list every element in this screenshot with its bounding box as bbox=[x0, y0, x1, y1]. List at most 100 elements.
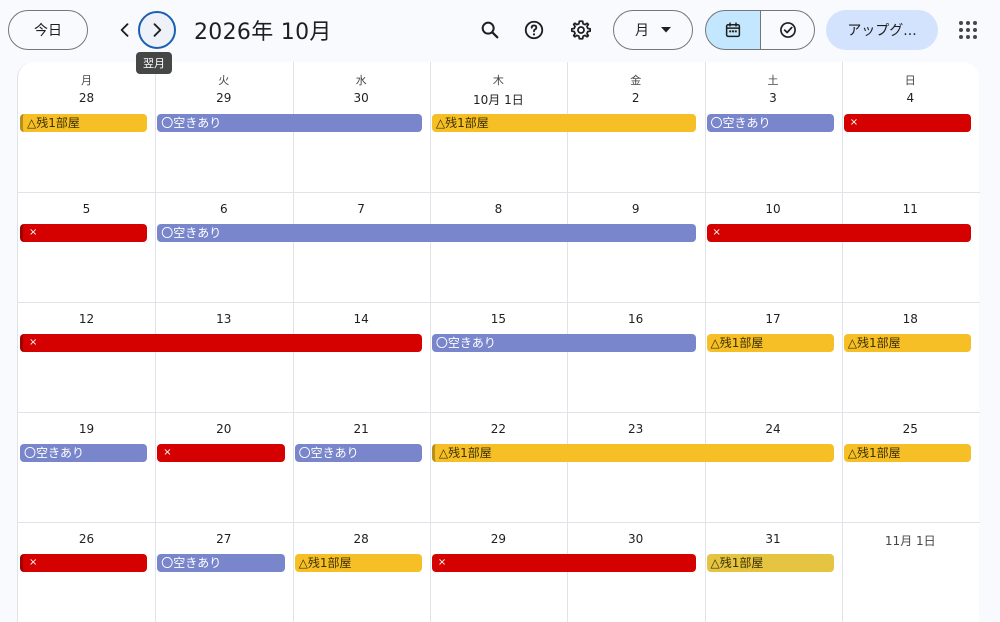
day-number[interactable]: 30 bbox=[293, 91, 430, 105]
calendar-event[interactable]: △残1部屋 bbox=[706, 334, 834, 352]
day-number[interactable]: 29 bbox=[430, 532, 567, 546]
weekday-header: 土 bbox=[767, 74, 779, 87]
calendar-event[interactable]: ×満室 bbox=[843, 114, 972, 132]
help-button[interactable] bbox=[516, 12, 552, 48]
apps-button[interactable] bbox=[950, 12, 986, 48]
gear-icon bbox=[570, 20, 592, 40]
cross-mark-icon: × bbox=[163, 447, 172, 458]
chevron-left-icon bbox=[120, 23, 129, 37]
day-number[interactable]: 14 bbox=[293, 312, 430, 326]
weekday-header: 日 bbox=[904, 74, 916, 87]
calendar-event[interactable]: 〇空きあり bbox=[706, 114, 834, 132]
day-number[interactable]: 30 bbox=[567, 532, 704, 546]
day-number[interactable]: 6 bbox=[155, 202, 292, 216]
day-number[interactable]: 10月 1日 bbox=[430, 91, 567, 108]
day-number[interactable]: 28 bbox=[18, 91, 155, 105]
calendar-event[interactable]: ×貸切満室 bbox=[20, 334, 422, 352]
chevron-right-icon bbox=[153, 23, 162, 37]
day-number[interactable]: 10 bbox=[705, 202, 842, 216]
calendar-event[interactable]: △残1部屋 bbox=[294, 554, 422, 572]
calendar-event[interactable]: 〇空きあり bbox=[431, 334, 697, 352]
cross-mark-icon: × bbox=[29, 337, 38, 348]
calendar-event[interactable]: ×満室 bbox=[20, 554, 148, 572]
settings-button[interactable] bbox=[563, 12, 599, 48]
calendar-view-toggle[interactable] bbox=[705, 10, 761, 50]
day-number[interactable]: 19 bbox=[18, 422, 155, 436]
day-number[interactable]: 11 bbox=[842, 202, 979, 216]
upgrade-button[interactable]: アップグ... bbox=[826, 10, 938, 50]
calendar-event[interactable]: ×貸切満室 bbox=[20, 224, 148, 242]
calendar-icon bbox=[725, 22, 741, 38]
previous-month-button[interactable] bbox=[108, 12, 142, 48]
calendar-event[interactable]: △残1部屋 bbox=[431, 444, 834, 462]
event-label: 〇空きあり bbox=[435, 336, 496, 350]
day-number[interactable]: 3 bbox=[705, 91, 842, 105]
weekday-header: 金 bbox=[630, 74, 642, 87]
calendar-event[interactable]: 〇空きあり bbox=[294, 444, 422, 462]
apps-grid-icon bbox=[959, 21, 977, 39]
cross-mark-icon: × bbox=[437, 557, 447, 568]
day-number[interactable]: 27 bbox=[155, 532, 292, 546]
view-selector[interactable]: 月 bbox=[613, 10, 693, 50]
search-button[interactable] bbox=[472, 12, 508, 48]
day-number[interactable]: 4 bbox=[842, 91, 979, 105]
calendar-event[interactable]: 〇空きあり bbox=[157, 554, 285, 572]
day-number[interactable]: 16 bbox=[567, 312, 704, 326]
search-icon bbox=[481, 21, 499, 39]
event-label: △残1部屋 bbox=[847, 336, 901, 350]
day-number[interactable]: 17 bbox=[705, 312, 842, 326]
day-number[interactable]: 8 bbox=[430, 202, 567, 216]
day-number[interactable]: 9 bbox=[567, 202, 704, 216]
calendar-event[interactable]: △残1部屋 bbox=[20, 114, 148, 132]
calendar-event[interactable]: 〇空きあり bbox=[157, 114, 422, 132]
day-number[interactable]: 11月 1日 bbox=[842, 532, 979, 549]
day-number[interactable]: 31 bbox=[705, 532, 842, 546]
day-number[interactable]: 7 bbox=[293, 202, 430, 216]
top-toolbar: 今日 翌月 2026年 10月 月 アップグ... bbox=[0, 0, 1000, 74]
calendar-event[interactable]: 〇空きあり bbox=[157, 224, 697, 242]
weekday-header: 月 bbox=[81, 74, 92, 87]
day-number[interactable]: 2 bbox=[567, 91, 704, 105]
event-label: △残1部屋 bbox=[435, 116, 489, 130]
day-number[interactable]: 13 bbox=[155, 312, 292, 326]
row-divider bbox=[18, 412, 980, 413]
calendar-event[interactable]: ×貸切満室 bbox=[157, 444, 285, 462]
calendar-event[interactable]: △残1部屋 bbox=[843, 334, 972, 352]
day-number[interactable]: 29 bbox=[155, 91, 292, 105]
row-divider bbox=[18, 522, 980, 523]
day-number[interactable]: 24 bbox=[705, 422, 842, 436]
next-month-button[interactable] bbox=[138, 11, 176, 49]
day-number[interactable]: 12 bbox=[18, 312, 155, 326]
help-icon bbox=[524, 20, 544, 40]
tasks-view-toggle[interactable] bbox=[760, 10, 815, 50]
day-number[interactable]: 5 bbox=[18, 202, 155, 216]
weekday-header: 火 bbox=[218, 74, 230, 87]
event-label: 〇空きあり bbox=[161, 226, 222, 240]
calendar-event[interactable]: △残1部屋 bbox=[706, 554, 834, 572]
cross-mark-icon: × bbox=[29, 227, 38, 238]
row-divider bbox=[18, 302, 980, 303]
calendar-event[interactable]: ×貸切満室 bbox=[431, 554, 697, 572]
event-label: 〇空きあり bbox=[161, 556, 222, 570]
calendar-event[interactable]: ×貸切満室 bbox=[706, 224, 972, 242]
day-number[interactable]: 23 bbox=[567, 422, 704, 436]
event-label: △残1部屋 bbox=[438, 446, 492, 460]
calendar-event[interactable]: 〇空きあり bbox=[20, 444, 148, 462]
cross-mark-icon: × bbox=[712, 227, 721, 238]
day-number[interactable]: 28 bbox=[293, 532, 430, 546]
day-number[interactable]: 15 bbox=[430, 312, 567, 326]
weekday-header: 水 bbox=[355, 74, 367, 87]
today-button[interactable]: 今日 bbox=[8, 10, 88, 50]
day-number[interactable]: 26 bbox=[18, 532, 155, 546]
cross-mark-icon: × bbox=[29, 557, 38, 568]
calendar-event[interactable]: △残1部屋 bbox=[843, 444, 972, 462]
calendar-event[interactable]: △残1部屋 bbox=[431, 114, 697, 132]
event-label: 〇空きあり bbox=[161, 116, 222, 130]
day-number[interactable]: 20 bbox=[155, 422, 292, 436]
day-number[interactable]: 22 bbox=[430, 422, 567, 436]
row-divider bbox=[18, 192, 980, 193]
day-number[interactable]: 18 bbox=[842, 312, 979, 326]
day-number[interactable]: 21 bbox=[293, 422, 430, 436]
day-number[interactable]: 25 bbox=[842, 422, 979, 436]
weekday-header: 木 bbox=[492, 74, 504, 87]
